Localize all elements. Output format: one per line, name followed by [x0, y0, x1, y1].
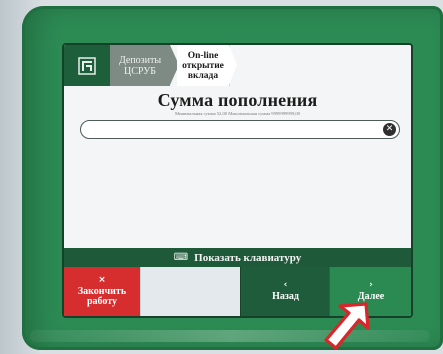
finish-button[interactable]: × Закончить работу [64, 267, 140, 316]
content-area [64, 141, 411, 248]
clear-icon[interactable]: ✕ [383, 123, 396, 136]
bank-logo [64, 45, 110, 86]
page-title: Сумма пополнения [157, 90, 318, 110]
breadcrumb-separator-2 [229, 45, 237, 85]
show-keyboard-button[interactable]: ⌨ Показать клавиатуру [64, 248, 411, 267]
amount-input[interactable]: ✕ [80, 120, 400, 139]
empty-button-slot [140, 267, 241, 316]
kiosk-screen: Депозиты ЦСРУБ On-line открытие вклада С… [64, 45, 411, 316]
finish-button-label: Закончить работу [77, 286, 127, 307]
chevron-left-icon: ‹ [283, 280, 288, 290]
breadcrumb-current-step: On-line открытие вклада [177, 45, 230, 86]
breadcrumb-deposits-label: Депозиты ЦСРУБ [118, 54, 162, 77]
close-icon: × [98, 275, 106, 285]
header: Депозиты ЦСРУБ On-line открытие вклада [64, 45, 411, 86]
keyboard-icon: ⌨ [173, 251, 189, 263]
amount-limits-hint: Минимальная сумма 52,00 Максимальная сум… [175, 111, 300, 116]
chevron-right-icon: › [369, 280, 373, 290]
bank-logo-icon [78, 56, 96, 75]
breadcrumb-deposits[interactable]: Депозиты ЦСРУБ [110, 45, 170, 86]
breadcrumb-step-label: On-line открытие вклада [182, 50, 224, 81]
pointer-arrow-icon [324, 302, 370, 350]
back-button-label: Назад [272, 291, 299, 302]
show-keyboard-label: Показать клавиатуру [194, 251, 302, 264]
next-button-label: Далее [357, 291, 385, 302]
back-button[interactable]: ‹ Назад [240, 267, 330, 316]
